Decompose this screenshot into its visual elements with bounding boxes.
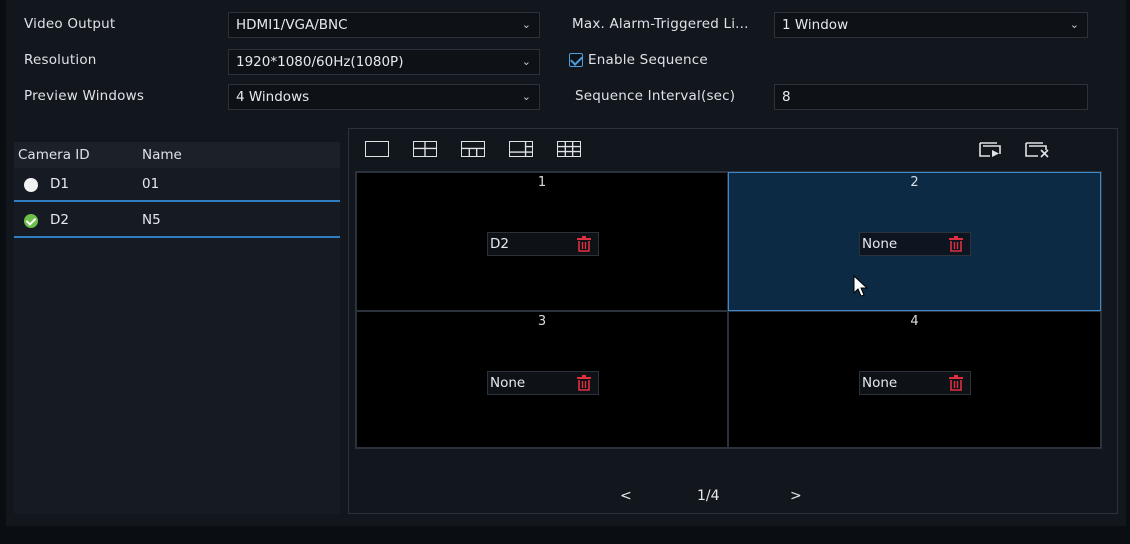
sequence-interval-input[interactable]: 8 (774, 84, 1088, 110)
preview-windows-select[interactable]: 4 Windows ⌄ (228, 84, 540, 110)
video-output-select[interactable]: HDMI1/VGA/BNC ⌄ (228, 12, 540, 38)
trash-icon[interactable] (576, 375, 592, 391)
camera-id: D2 (50, 212, 69, 228)
page-indicator: 1/4 (697, 488, 720, 504)
preview-window-4[interactable]: 4 None (728, 311, 1101, 448)
trash-icon[interactable] (576, 236, 592, 252)
max-alarm-select[interactable]: 1 Window ⌄ (774, 12, 1088, 38)
window-channel-field[interactable]: None (487, 371, 599, 395)
chevron-down-icon: ⌄ (521, 55, 531, 68)
enable-sequence-checkbox[interactable] (569, 53, 583, 67)
window-channel-value: None (862, 375, 898, 391)
camera-list: Camera ID Name D1 01 D2 N5 (14, 142, 340, 514)
sequence-interval-label: Sequence Interval(sec) (575, 88, 736, 104)
status-dot-icon (24, 178, 38, 192)
header-name: Name (142, 147, 182, 163)
camera-name: 01 (142, 176, 160, 192)
preview-window-2[interactable]: 2 None (728, 172, 1101, 311)
window-channel-field[interactable]: D2 (487, 232, 599, 256)
preview-windows-value: 4 Windows (236, 89, 310, 105)
video-output-label: Video Output (24, 16, 116, 32)
window-channel-value: None (490, 375, 526, 391)
window-channel-field[interactable]: None (859, 371, 971, 395)
camera-name: N5 (142, 212, 161, 228)
camera-row[interactable]: D2 N5 (14, 204, 340, 238)
resolution-select[interactable]: 1920*1080/60Hz(1080P) ⌄ (228, 49, 540, 75)
header-camera-id: Camera ID (18, 147, 90, 163)
trash-icon[interactable] (948, 375, 964, 391)
window-layout-area: 1 D2 2 None 3 None 4 None (348, 128, 1118, 514)
resolution-label: Resolution (24, 52, 97, 68)
camera-row[interactable]: D1 01 (14, 168, 340, 202)
clear-all-icon[interactable] (1023, 139, 1053, 159)
window-number: 2 (910, 175, 919, 190)
resolution-value: 1920*1080/60Hz(1080P) (236, 54, 404, 70)
window-channel-value: D2 (490, 236, 509, 252)
assigned-check-icon (24, 214, 38, 228)
layout-9-icon[interactable] (557, 141, 581, 157)
chevron-down-icon: ⌄ (1069, 18, 1079, 31)
mouse-cursor-icon (853, 275, 869, 297)
video-output-value: HDMI1/VGA/BNC (236, 17, 348, 33)
enable-sequence-label: Enable Sequence (588, 52, 708, 68)
preview-window-3[interactable]: 3 None (356, 311, 728, 448)
window-number: 4 (910, 314, 919, 329)
window-channel-field[interactable]: None (859, 232, 971, 256)
window-number: 1 (537, 175, 547, 190)
start-sequence-icon[interactable] (977, 139, 1003, 159)
prev-page-button[interactable]: < (620, 488, 632, 504)
preview-window-grid: 1 D2 2 None 3 None 4 None (355, 171, 1102, 449)
window-channel-value: None (862, 236, 898, 252)
chevron-down-icon: ⌄ (521, 90, 531, 103)
camera-id: D1 (50, 176, 69, 192)
max-alarm-value: 1 Window (782, 17, 849, 33)
chevron-down-icon: ⌄ (521, 18, 531, 31)
camera-list-header: Camera ID Name (14, 142, 340, 168)
trash-icon[interactable] (948, 236, 964, 252)
window-number: 3 (537, 314, 547, 329)
preview-windows-label: Preview Windows (24, 88, 145, 104)
layout-8-icon[interactable] (509, 141, 533, 157)
preview-window-1[interactable]: 1 D2 (356, 172, 728, 311)
layout-6-icon[interactable] (461, 141, 485, 157)
layout-4-icon[interactable] (413, 141, 437, 157)
layout-1-icon[interactable] (365, 141, 389, 157)
max-alarm-label: Max. Alarm-Triggered Li... (572, 16, 749, 32)
next-page-button[interactable]: > (790, 488, 802, 504)
